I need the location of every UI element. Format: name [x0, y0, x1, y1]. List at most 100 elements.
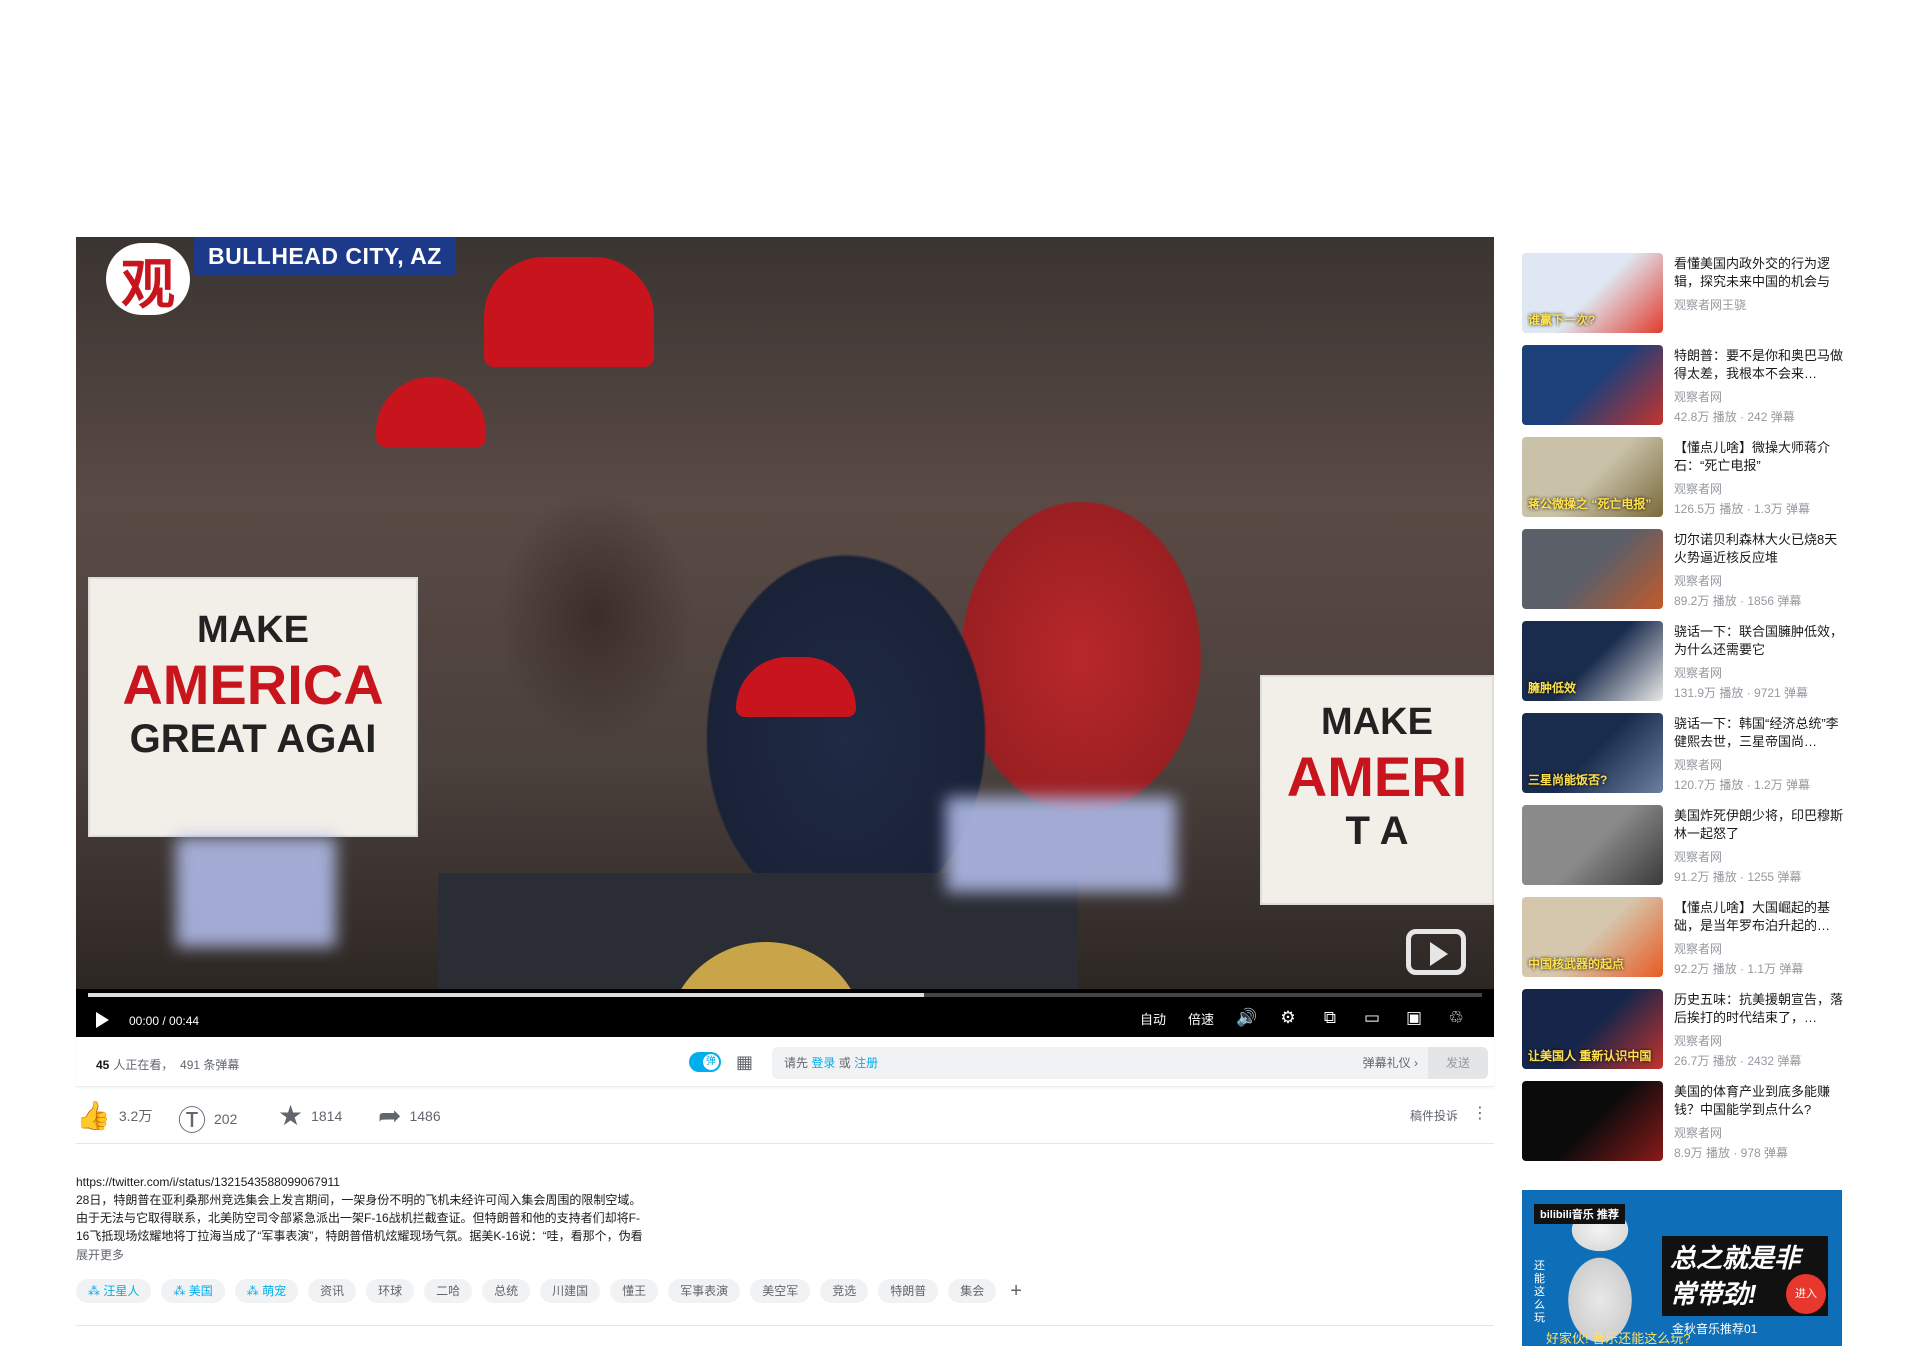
video-author[interactable]: 观察者网 — [1674, 388, 1722, 405]
tag-item[interactable]: 二哈 — [424, 1279, 473, 1303]
login-link[interactable]: 登录 — [811, 1056, 835, 1070]
video-title[interactable]: 美国的体育产业到底多能赚钱？中国能学到点什么? — [1674, 1083, 1846, 1119]
video-thumbnail[interactable]: 臃肿低效 — [1522, 621, 1663, 701]
video-title[interactable]: 骁话一下：韩国“经济总统”李健熙去世，三星帝国尚… — [1674, 715, 1846, 751]
player-controls: 00:00 / 00:44 自动 倍速 🔊 ⚙ ⧉ ▭ ▣ ♲ — [76, 1002, 1494, 1037]
thumbnail-caption: 中国核武器的起点 — [1528, 957, 1625, 971]
video-author[interactable]: 观察者网 — [1674, 848, 1722, 865]
video-title[interactable]: 看懂美国内政外交的行为逻辑，探究未来中国的机会与 — [1674, 255, 1846, 291]
tag-item[interactable]: 环球 — [366, 1279, 415, 1303]
coin-icon: Ⓣ — [178, 1105, 207, 1136]
video-author[interactable]: 观察者网 — [1674, 480, 1722, 497]
picture-in-picture-icon[interactable]: ⧉ — [1320, 1008, 1340, 1028]
share-button[interactable]: ➦ 1486 — [378, 1099, 441, 1132]
video-thumbnail[interactable]: 中国核武器的起点 — [1522, 897, 1663, 977]
favorite-button[interactable]: ★ 1814 — [278, 1099, 342, 1132]
web-fullscreen-icon[interactable]: ▣ — [1404, 1008, 1424, 1028]
play-icon[interactable] — [96, 1012, 109, 1028]
tag-item[interactable]: 特朗普 — [878, 1279, 939, 1303]
tag-item[interactable]: ⁂ 美国 — [161, 1279, 225, 1303]
recommended-video-item[interactable]: 切尔诺贝利森林大火已烧8天 火势逼近核反应堆 观察者网 89.2万 播放 · 185… — [1522, 529, 1842, 621]
widescreen-icon[interactable]: ▭ — [1362, 1008, 1382, 1028]
video-thumbnail[interactable]: 让美国人 重新认识中国 — [1522, 989, 1663, 1069]
thumbnail-caption: 让美国人 重新认识中国 — [1528, 1049, 1652, 1063]
video-stats: 92.2万 播放 · 1.1万 弹幕 — [1674, 962, 1804, 976]
report-link[interactable]: 稿件投诉 — [1410, 1107, 1458, 1124]
tag-label: 美国 — [188, 1284, 213, 1298]
recommended-video-item[interactable]: 谁赢下一次? 看懂美国内政外交的行为逻辑，探究未来中国的机会与 观察者网王骁 — [1522, 253, 1842, 345]
recommended-video-item[interactable]: 蒋公微操之 “死亡电报” 【懂点儿啥】微操大师蒋介石：“死亡电报” 观察者网 126.… — [1522, 437, 1842, 529]
video-stats: 91.2万 播放 · 1255 弹幕 — [1674, 870, 1802, 884]
tag-item[interactable]: 军事表演 — [668, 1279, 741, 1303]
coin-button[interactable]: Ⓣ 202 — [178, 1099, 237, 1139]
recommended-video-item[interactable]: 中国核武器的起点 【懂点儿啥】大国崛起的基础，是当年罗布泊升起的… 观察者网 92.2… — [1522, 897, 1842, 989]
video-author[interactable]: 观察者网 — [1674, 940, 1722, 957]
video-title[interactable]: 切尔诺贝利森林大火已烧8天 火势逼近核反应堆 — [1674, 531, 1846, 567]
video-author[interactable]: 观察者网 — [1674, 572, 1722, 589]
danmaku-input[interactable]: 请先 登录 或 注册 弹幕礼仪 › — [772, 1047, 1428, 1079]
tag-item[interactable]: 懂王 — [610, 1279, 659, 1303]
recommended-video-item[interactable]: 美国炸死伊朗少将，印巴穆斯林一起怒了观察者网 91.2万 播放 · 1255 弹幕 — [1522, 805, 1843, 897]
recommended-video-item[interactable]: 臃肿低效 骁话一下：联合国臃肿低效，为什么还需要它观察者网 131.9万 播放 · … — [1522, 621, 1843, 713]
danmaku-etiquette-link[interactable]: 弹幕礼仪 › — [1363, 1047, 1418, 1079]
tag-item[interactable]: 集会 — [948, 1279, 997, 1303]
tv-play-icon[interactable] — [1406, 929, 1466, 975]
video-author[interactable]: 观察者网 — [1674, 1032, 1722, 1049]
recommended-video-item[interactable]: 美国的体育产业到底多能赚钱？中国能学到点什么? 观察者网 8.9万 播放 · 978… — [1522, 1081, 1842, 1173]
video-author[interactable]: 观察者网 — [1674, 664, 1722, 681]
video-title[interactable]: 美国炸死伊朗少将，印巴穆斯林一起怒了 — [1674, 807, 1846, 843]
video-stats: 131.9万 播放 · 9721 弹幕 — [1674, 686, 1809, 700]
video-thumbnail[interactable] — [1522, 345, 1663, 425]
tag-item[interactable]: 资讯 — [308, 1279, 357, 1303]
auto-quality-button[interactable]: 自动 — [1140, 1009, 1166, 1028]
tag-item[interactable]: 川建国 — [540, 1279, 601, 1303]
video-title[interactable]: 【懂点儿啥】微操大师蒋介石：“死亡电报” — [1674, 439, 1846, 475]
tag-item[interactable]: 竞选 — [820, 1279, 869, 1303]
gear-icon[interactable]: ⚙ — [1278, 1008, 1298, 1028]
video-actions: 👍 3.2万 Ⓣ 202 ★ 1814 ➦ 1486 稿件投诉 ⋮ — [76, 1095, 1494, 1144]
progress-bar[interactable] — [88, 993, 1482, 997]
playback-speed-button[interactable]: 倍速 — [1188, 1009, 1214, 1028]
video-thumbnail[interactable] — [1522, 1081, 1663, 1161]
video-title[interactable]: 【懂点儿啥】大国崛起的基础，是当年罗布泊升起的… — [1674, 899, 1846, 935]
add-tag-icon[interactable]: + — [1006, 1279, 1026, 1303]
danmaku-toggle[interactable] — [689, 1052, 721, 1072]
video-thumbnail[interactable]: 蒋公微操之 “死亡电报” — [1522, 437, 1663, 517]
tag-item[interactable]: ⁂ 汪星人 — [76, 1279, 152, 1303]
video-thumbnail[interactable] — [1522, 529, 1663, 609]
send-button[interactable]: 发送 — [1428, 1047, 1488, 1079]
viewer-count: 45 人正在看， 491 条弹幕 — [96, 1058, 240, 1072]
video-stats: 8.9万 播放 · 978 弹幕 — [1674, 1146, 1789, 1160]
like-button[interactable]: 👍 3.2万 — [76, 1099, 152, 1132]
video-player[interactable]: BULLHEAD CITY, AZ 观 MAKE AMERICA GREAT A… — [76, 237, 1494, 1037]
banner-enter-button[interactable]: 进入 — [1786, 1274, 1826, 1314]
danmaku-bar: 45人正在看， 491 条弹幕 ▦ 请先 登录 或 注册 弹幕礼仪 › 发送 — [76, 1040, 1494, 1087]
video-author[interactable]: 观察者网 — [1674, 1124, 1722, 1141]
register-link[interactable]: 注册 — [854, 1056, 878, 1070]
ad-banner[interactable]: bilibili音乐 推荐 还能这么玩 总之就是非常带劲! 进入 金秋音乐推荐0… — [1522, 1190, 1842, 1346]
video-thumbnail[interactable]: 谁赢下一次? — [1522, 253, 1663, 333]
expand-more-link[interactable]: 展开更多 — [76, 1246, 124, 1263]
video-description: https://twitter.com/i/status/13215435880… — [76, 1173, 646, 1249]
video-title[interactable]: 骁话一下：联合国臃肿低效，为什么还需要它 — [1674, 623, 1846, 659]
video-author[interactable]: 观察者网 — [1674, 756, 1722, 773]
video-frame[interactable]: BULLHEAD CITY, AZ 观 MAKE AMERICA GREAT A… — [76, 237, 1494, 989]
video-thumbnail[interactable] — [1522, 805, 1663, 885]
tag-item[interactable]: 总统 — [482, 1279, 531, 1303]
video-title[interactable]: 特朗普：要不是你和奥巴马做得太差，我根本不会来… — [1674, 347, 1846, 383]
tag-item[interactable]: 美空军 — [750, 1279, 811, 1303]
recommended-video-item[interactable]: 特朗普：要不是你和奥巴马做得太差，我根本不会来… 观察者网 42.8万 播放 · 2… — [1522, 345, 1843, 437]
video-thumbnail[interactable]: 三星尚能饭否? — [1522, 713, 1663, 793]
video-author[interactable]: 观察者网王骁 — [1674, 296, 1746, 313]
recommended-video-item[interactable]: 让美国人 重新认识中国 历史五味：抗美援朝宣告，落后挨打的时代结束了，… 观察者网 2… — [1522, 989, 1843, 1081]
thumbnail-caption: 三星尚能饭否? — [1528, 773, 1608, 787]
danmaku-settings-icon[interactable]: ▦ — [736, 1052, 753, 1073]
volume-icon[interactable]: 🔊 — [1236, 1008, 1257, 1028]
red-cap — [484, 257, 654, 367]
recommended-video-item[interactable]: 三星尚能饭否? 骁话一下：韩国“经济总统”李健熙去世，三星帝国尚… 观察者网 120.… — [1522, 713, 1842, 805]
more-options-icon[interactable]: ⋮ — [1472, 1103, 1488, 1123]
fullscreen-icon[interactable]: ♲ — [1446, 1008, 1466, 1028]
tag-item[interactable]: ⁂ 萌宠 — [234, 1279, 299, 1303]
source-url[interactable]: https://twitter.com/i/status/13215435880… — [76, 1173, 646, 1191]
video-title[interactable]: 历史五味：抗美援朝宣告，落后挨打的时代结束了，… — [1674, 991, 1846, 1027]
